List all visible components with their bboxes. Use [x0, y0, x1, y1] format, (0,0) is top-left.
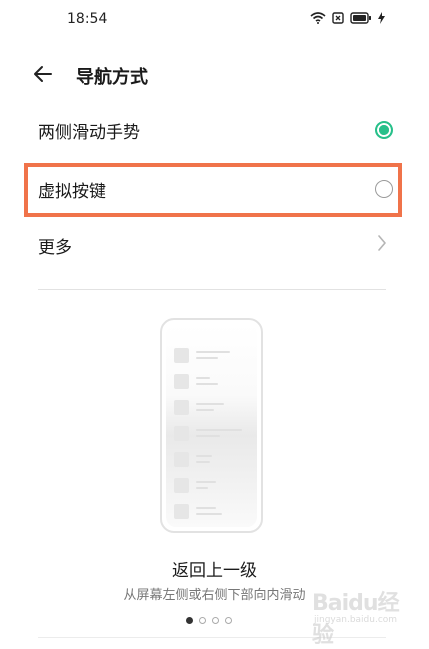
page-dot[interactable] [199, 617, 206, 624]
gesture-title: 返回上一级 [172, 561, 257, 581]
sim-icon [332, 12, 344, 24]
divider [38, 289, 386, 290]
highlight-annotation-box [24, 163, 402, 217]
option-swipe-gestures[interactable]: 两侧滑动手势 [0, 102, 429, 158]
status-time: 18:54 [67, 11, 108, 27]
header: 导航方式 [0, 55, 429, 95]
illus-list-item [174, 426, 254, 442]
option-more[interactable]: 更多 [0, 217, 429, 273]
battery-icon [350, 12, 372, 24]
illus-list-item [174, 348, 254, 364]
page-dot[interactable] [212, 617, 219, 624]
status-icons [310, 12, 385, 24]
phone-screen [166, 324, 257, 527]
page-dot-active[interactable] [186, 617, 193, 624]
gesture-illustration [160, 318, 263, 533]
illus-list-item [174, 478, 254, 494]
radio-selected[interactable] [375, 121, 393, 139]
watermark-url: jingyan.baidu.com [314, 615, 398, 625]
option-label: 两侧滑动手势 [38, 123, 140, 143]
wifi-icon [310, 12, 326, 24]
page-dot[interactable] [225, 617, 232, 624]
status-bar: 18:54 [0, 0, 429, 40]
illus-list-item [174, 504, 254, 520]
arrow-left-icon [34, 66, 52, 82]
illus-list-item [174, 400, 254, 416]
back-button[interactable] [32, 63, 58, 87]
chevron-right-icon [377, 234, 389, 254]
option-label: 更多 [38, 238, 72, 258]
illus-list-item [174, 374, 254, 390]
watermark-logo: Baidu经验 jingyan.baidu.com [306, 585, 416, 648]
illus-list-item [174, 452, 254, 468]
charging-icon [378, 12, 385, 24]
page-title: 导航方式 [76, 67, 148, 88]
page-indicator [186, 617, 232, 624]
